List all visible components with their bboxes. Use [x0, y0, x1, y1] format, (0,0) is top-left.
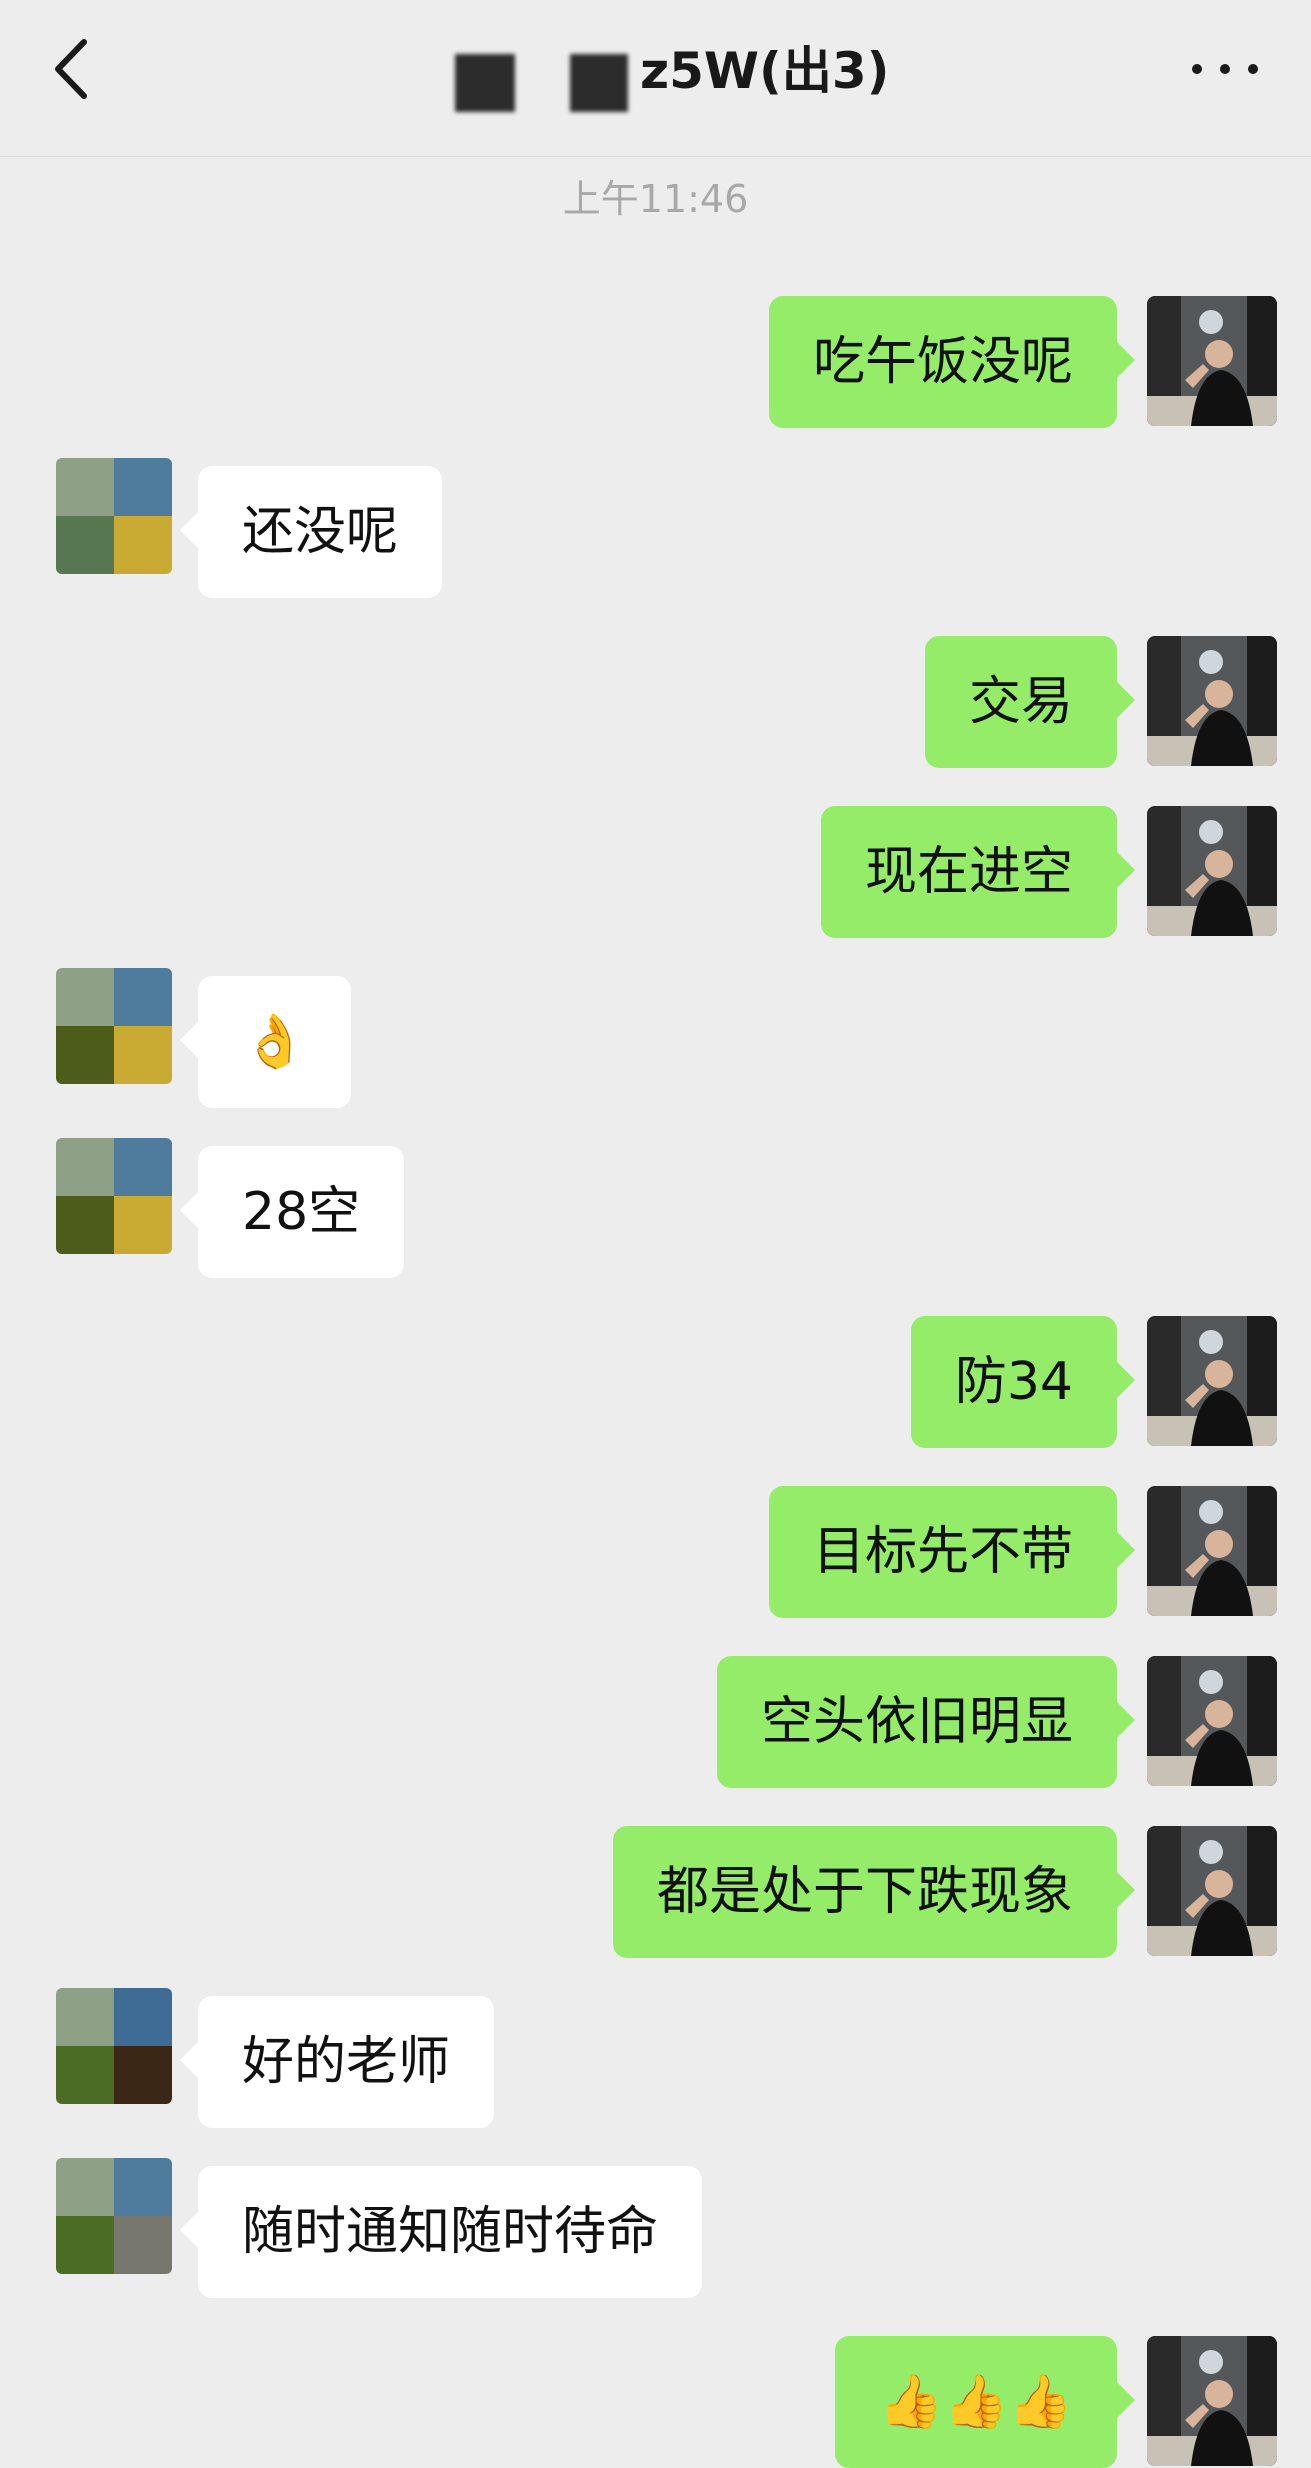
received-message-bubble[interactable]: 28空 [179, 1146, 405, 1278]
contact-avatar[interactable] [56, 2158, 172, 2274]
my-avatar[interactable] [1147, 2336, 1277, 2466]
received-message-bubble[interactable]: 随时通知随时待命 [179, 2166, 703, 2298]
sent-message-bubble[interactable]: 都是处于下跌现象 [612, 1826, 1136, 1958]
my-avatar[interactable] [1147, 1656, 1277, 1786]
sent-message-bubble[interactable]: 👍👍👍 [834, 2336, 1136, 2468]
sent-message-bubble[interactable]: 防34 [910, 1316, 1136, 1448]
chat-title: z5W(出3) [440, 36, 920, 106]
more-options-icon[interactable] [1190, 50, 1260, 84]
chat-header: z5W(出3) [0, 0, 1311, 157]
chat-title-text: z5W(出3) [640, 42, 890, 100]
my-avatar[interactable] [1147, 1826, 1277, 1956]
timestamp: 上午11:46 [562, 177, 749, 221]
my-avatar[interactable] [1147, 1486, 1277, 1616]
received-message-bubble[interactable]: 👌 [180, 976, 351, 1108]
my-avatar[interactable] [1147, 296, 1277, 426]
sent-message-bubble[interactable]: 现在进空 [820, 806, 1136, 938]
sent-message-bubble[interactable]: 交易 [924, 636, 1136, 768]
my-avatar[interactable] [1147, 1316, 1277, 1446]
received-message-bubble[interactable]: 好的老师 [179, 1996, 495, 2128]
contact-avatar[interactable] [56, 458, 172, 574]
back-chevron-icon[interactable] [48, 34, 96, 104]
my-avatar[interactable] [1147, 636, 1277, 766]
sent-message-bubble[interactable]: 吃午饭没呢 [768, 296, 1136, 428]
received-message-bubble[interactable]: 还没呢 [179, 466, 443, 598]
contact-avatar[interactable] [56, 1138, 172, 1254]
my-avatar[interactable] [1147, 806, 1277, 936]
contact-avatar[interactable] [56, 1988, 172, 2104]
contact-avatar[interactable] [56, 968, 172, 1084]
sent-message-bubble[interactable]: 空头依旧明显 [716, 1656, 1136, 1788]
sent-message-bubble[interactable]: 目标先不带 [768, 1486, 1136, 1618]
